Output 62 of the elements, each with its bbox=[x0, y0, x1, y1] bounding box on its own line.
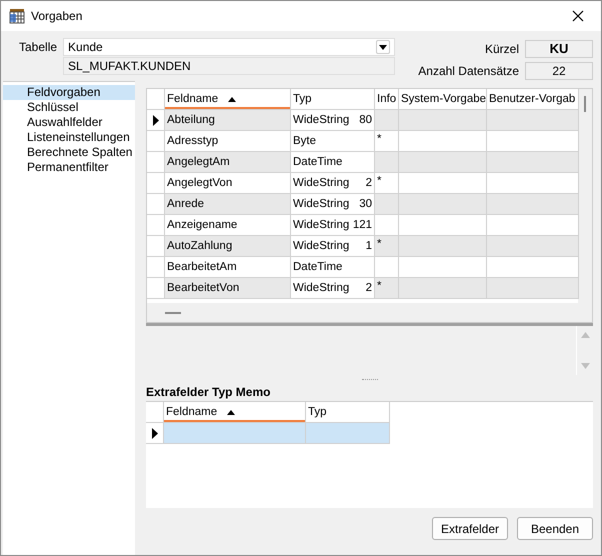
column-header[interactable]: Feldname bbox=[164, 402, 306, 423]
table-cell: WideString 2 bbox=[291, 278, 375, 299]
table-cell: * bbox=[375, 236, 399, 257]
table-cell: Adresstyp bbox=[165, 131, 291, 152]
column-header[interactable]: Typ bbox=[291, 89, 375, 110]
row-indicator[interactable] bbox=[146, 423, 164, 444]
table-cell: WideString 121 bbox=[291, 215, 375, 236]
close-icon bbox=[572, 10, 584, 22]
column-header[interactable]: Feldname bbox=[165, 89, 291, 110]
table-cell: AutoZahlung bbox=[165, 236, 291, 257]
sidebar-item[interactable]: Permanentfilter bbox=[3, 160, 135, 175]
field-label: Anzahl Datensätze bbox=[418, 64, 519, 78]
sidebar-item[interactable]: Feldvorgaben bbox=[3, 85, 135, 100]
column-header[interactable]: Info bbox=[375, 89, 399, 110]
table-cell bbox=[375, 257, 399, 278]
dialog-button[interactable]: Beenden bbox=[517, 517, 593, 540]
dialog-button[interactable]: Extrafelder bbox=[432, 517, 508, 540]
sidebar-item[interactable]: Listeneinstellungen bbox=[3, 130, 135, 145]
table-cell: Anrede bbox=[165, 194, 291, 215]
field-label: Tabelle bbox=[19, 40, 58, 56]
table-cell: Byte bbox=[291, 131, 375, 152]
table-cell: AngelegtAm bbox=[165, 152, 291, 173]
table-cell: WideString 30 bbox=[291, 194, 375, 215]
column-header[interactable]: System-Vorgabe bbox=[399, 89, 487, 110]
table-cell: WideString 2 bbox=[291, 173, 375, 194]
dropdown-icon bbox=[376, 40, 390, 54]
sidebar-item[interactable]: Schlüssel bbox=[3, 100, 135, 115]
table-cell: WideString 1 bbox=[291, 236, 375, 257]
sidebar-item[interactable]: Berechnete Spalten bbox=[3, 145, 135, 160]
table-cell: BearbeitetAm bbox=[165, 257, 291, 278]
record-count-field: 22 bbox=[525, 62, 593, 80]
table-cell: WideString 80 bbox=[291, 110, 375, 131]
section-title: Extrafelder Typ Memo bbox=[146, 385, 272, 399]
table-cell: Anzeigename bbox=[165, 215, 291, 236]
table-name-field: SL_MUFAKT.KUNDEN bbox=[63, 57, 396, 75]
table-cell: Abteilung bbox=[165, 110, 291, 131]
abbreviation-field: KU bbox=[525, 40, 593, 58]
column-header[interactable]: Typ bbox=[306, 402, 390, 423]
row-indicator[interactable] bbox=[147, 110, 165, 131]
scroll-up-icon[interactable] bbox=[580, 332, 590, 338]
field-label: Kürzel bbox=[484, 42, 519, 56]
table-cell bbox=[375, 110, 399, 131]
table-cell: DateTime bbox=[291, 152, 375, 173]
table-icon bbox=[9, 8, 25, 24]
scroll-down-icon[interactable] bbox=[580, 363, 590, 369]
window-title: Vorgaben bbox=[31, 9, 84, 23]
table-dropdown[interactable]: Kunde bbox=[63, 38, 396, 56]
table-cell: * bbox=[375, 278, 399, 299]
table-cell: * bbox=[375, 131, 399, 152]
table-cell: * bbox=[375, 173, 399, 194]
row-pointer-icon bbox=[152, 114, 158, 126]
table-cell bbox=[375, 194, 399, 215]
table-cell: DateTime bbox=[291, 257, 375, 278]
table-cell: BearbeitetVon bbox=[165, 278, 291, 299]
table-cell: AngelegtVon bbox=[165, 173, 291, 194]
table-cell bbox=[375, 215, 399, 236]
sort-ascending-icon bbox=[228, 96, 236, 102]
column-header[interactable]: Benutzer-Vorgab bbox=[487, 89, 579, 110]
sort-ascending-icon bbox=[227, 410, 236, 414]
sidebar-item[interactable]: Auswahlfelder bbox=[3, 115, 135, 130]
table-cell bbox=[375, 152, 399, 173]
row-pointer-icon bbox=[152, 428, 158, 438]
